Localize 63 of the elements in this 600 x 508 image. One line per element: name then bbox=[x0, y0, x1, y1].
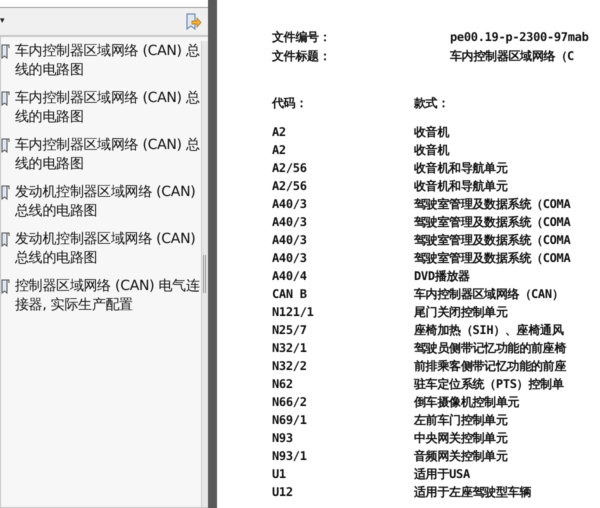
description-cell-text: 收音机 bbox=[414, 124, 450, 141]
description-cell-text: 收音机和导航单元 bbox=[414, 178, 508, 195]
code-cell-text: A40/3 bbox=[272, 196, 308, 213]
bookmark-item[interactable]: 发动机控制器区域网络 (CAN) 总线的电路图 bbox=[15, 183, 201, 221]
column-header: 代码： bbox=[272, 95, 308, 112]
code-cell-text: A2 bbox=[272, 142, 287, 159]
code-cell-text: N62 bbox=[272, 376, 294, 393]
code-cell-text: N93/1 bbox=[272, 448, 308, 465]
description-cell-text: 尾门关闭控制单元 bbox=[414, 304, 508, 321]
description-cell-text: 收音机和导航单元 bbox=[414, 160, 508, 177]
description-cell-text: 适用于USA bbox=[414, 466, 470, 483]
description-cell-text: 中央网关控制单元 bbox=[414, 430, 508, 447]
description-cell-text: 驾驶室管理及数据系统（COMA bbox=[414, 196, 570, 213]
code-cell-text: N66/2 bbox=[272, 394, 308, 411]
code-cell-text: A2 bbox=[272, 124, 287, 141]
code-cell-text: U12 bbox=[272, 484, 294, 501]
bookmark-item[interactable]: 发动机控制器区域网络 (CAN) 总线的电路图 bbox=[15, 230, 201, 268]
bookmark-item[interactable]: 车内控制器区域网络 (CAN) 总线的电路图 bbox=[15, 136, 201, 174]
description-cell-text: 驾驶员侧带记忆功能的前座椅 bbox=[414, 340, 566, 357]
description-cell-text: DVD播放器 bbox=[414, 268, 470, 285]
description-cell-text: 收音机 bbox=[414, 142, 450, 159]
code-cell-text: A40/3 bbox=[272, 214, 308, 231]
description-cell-text: 倒车摄像机控制单元 bbox=[414, 394, 520, 411]
bookmark-icon bbox=[1, 138, 10, 153]
code-cell-text: N121/1 bbox=[272, 304, 315, 321]
description-cell-text: 适用于左座驾驶型车辆 bbox=[414, 484, 532, 501]
bookmark-options-icon[interactable] bbox=[185, 12, 202, 30]
code-cell-text: N32/1 bbox=[272, 340, 308, 357]
bookmark-icon bbox=[1, 232, 10, 247]
field-label: 文件编号： bbox=[272, 29, 332, 46]
code-cell-text: A40/3 bbox=[272, 250, 308, 267]
description-cell-text: 座椅加热（SIH）、座椅通风 bbox=[414, 322, 564, 339]
bookmark-icon bbox=[1, 279, 10, 294]
code-cell-text: N93 bbox=[272, 430, 294, 447]
field-value: pe00.19-p-2300-97mab bbox=[450, 29, 588, 46]
column-header: 款式： bbox=[414, 95, 450, 112]
bookmark-item[interactable]: 车内控制器区域网络 (CAN) 总线的电路图 bbox=[15, 42, 201, 80]
code-cell-text: A40/3 bbox=[272, 232, 308, 249]
code-cell-text: CAN B bbox=[272, 286, 308, 303]
description-cell-text: 驾驶室管理及数据系统（COMA bbox=[414, 214, 570, 231]
code-cell-text: N69/1 bbox=[272, 412, 308, 429]
description-cell-text: 左前车门控制单元 bbox=[414, 412, 508, 429]
menu-caret[interactable]: ▾ bbox=[0, 17, 5, 26]
description-cell-text: 驾驶室管理及数据系统（COMA bbox=[414, 250, 570, 267]
code-cell-text: A2/56 bbox=[272, 178, 308, 195]
description-cell-text: 音频网关控制单元 bbox=[414, 448, 508, 465]
code-cell-text: N32/2 bbox=[272, 358, 308, 375]
code-cell-text: N25/7 bbox=[272, 322, 308, 339]
scrollbar-grip-icon bbox=[202, 254, 207, 294]
code-cell-text: U1 bbox=[272, 466, 287, 483]
description-cell-text: 前排乘客侧带记忆功能的前座 bbox=[414, 358, 566, 375]
bookmark-item[interactable]: 车内控制器区域网络 (CAN) 总线的电路图 bbox=[15, 89, 201, 127]
bookmark-icon bbox=[1, 185, 10, 200]
description-cell-text: 驾驶室管理及数据系统（COMA bbox=[414, 232, 570, 249]
field-value: 车内控制器区域网络（C bbox=[450, 48, 574, 65]
field-label: 文件标题： bbox=[272, 48, 332, 65]
description-cell-text: 车内控制器区域网络（CAN） bbox=[414, 286, 564, 303]
bookmark-icon bbox=[1, 44, 10, 59]
code-cell-text: A2/56 bbox=[272, 160, 308, 177]
description-cell-text: 驻车定位系统（PTS）控制单 bbox=[414, 376, 564, 393]
bookmark-item[interactable]: 控制器区域网络 (CAN) 电气连接器, 实际生产配置 bbox=[15, 277, 201, 315]
code-cell-text: A40/4 bbox=[272, 268, 308, 285]
bookmark-icon bbox=[1, 91, 10, 106]
